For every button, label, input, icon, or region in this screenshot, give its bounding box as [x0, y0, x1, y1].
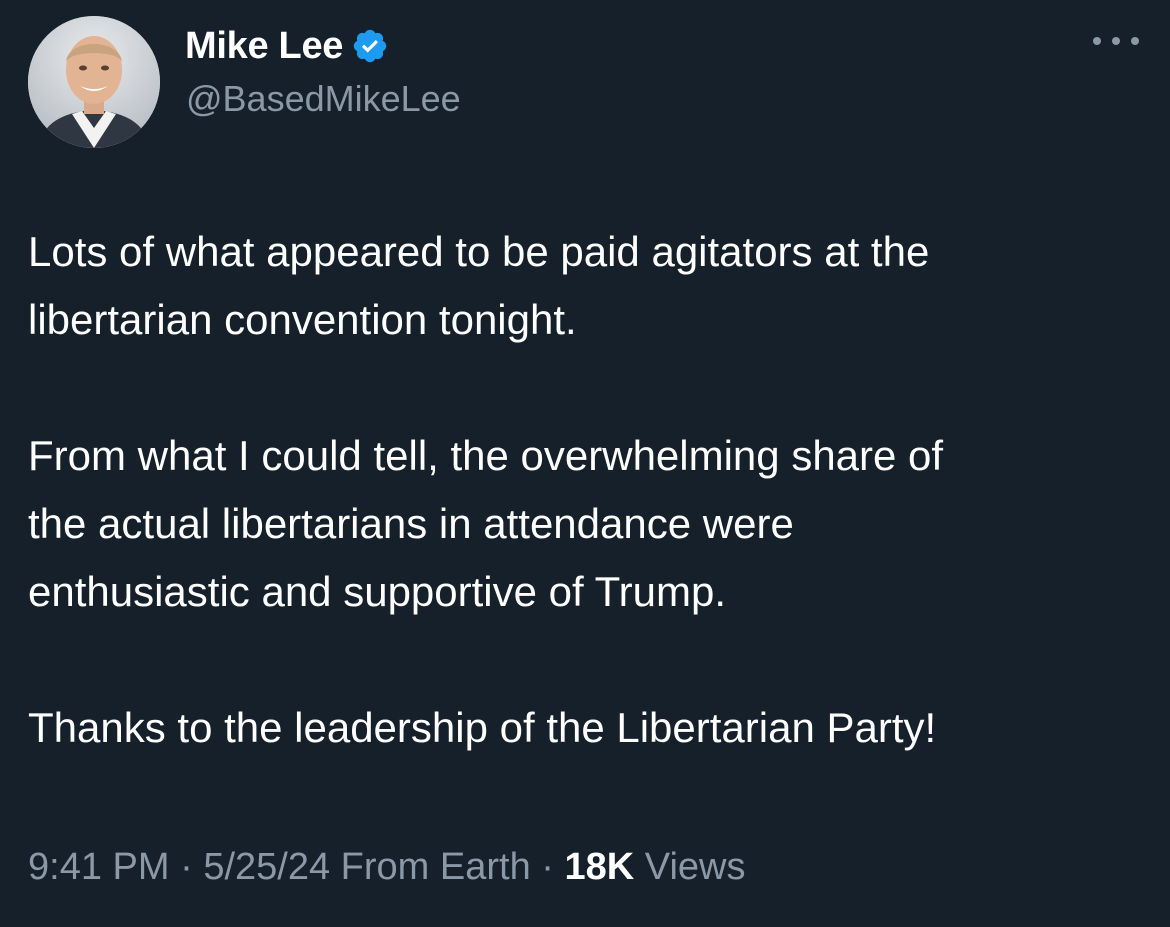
tweet-line: Thanks to the leadership of the Libertar… [28, 704, 937, 751]
verified-badge-icon [353, 29, 387, 63]
author-display-name[interactable]: Mike Lee [185, 25, 343, 68]
views-label: Views [644, 846, 746, 888]
tweet-source: From Earth [340, 846, 531, 888]
tweet-paragraph: Thanks to the leadership of the Libertar… [28, 694, 1153, 762]
tweet-time[interactable]: 9:41 PM [28, 846, 170, 888]
meta-separator: · [180, 846, 193, 888]
tweet-paragraph: Lots of what appeared to be paid agitato… [28, 218, 1153, 354]
avatar-photo [28, 16, 160, 148]
meta-separator: · [541, 846, 554, 888]
tweet-line: enthusiastic and supportive of Trump. [28, 568, 727, 615]
tweet-line: From what I could tell, the overwhelming… [28, 432, 944, 479]
tweet-meta: 9:41 PM · 5/25/24 From Earth · 18K Views [28, 846, 745, 889]
tweet-line: the actual libertarians in attendance we… [28, 500, 794, 547]
author-name-row[interactable]: Mike Lee [185, 22, 389, 70]
tweet-paragraph: From what I could tell, the overwhelming… [28, 422, 1153, 626]
tweet-line: libertarian convention tonight. [28, 296, 577, 343]
avatar[interactable] [28, 16, 160, 148]
more-dot [1093, 37, 1101, 45]
more-dot [1112, 37, 1120, 45]
tweet-date[interactable]: 5/25/24 [203, 846, 330, 888]
views-count[interactable]: 18K [565, 846, 635, 888]
author-handle[interactable]: @BasedMikeLee [186, 78, 461, 120]
more-dot [1131, 37, 1139, 45]
tweet-text: Lots of what appeared to be paid agitato… [28, 218, 1153, 762]
tweet-line: Lots of what appeared to be paid agitato… [28, 228, 930, 275]
more-horizontal-icon[interactable] [1093, 28, 1139, 54]
tweet-card: Mike Lee @BasedMikeLee Lots of what appe… [0, 0, 1170, 927]
